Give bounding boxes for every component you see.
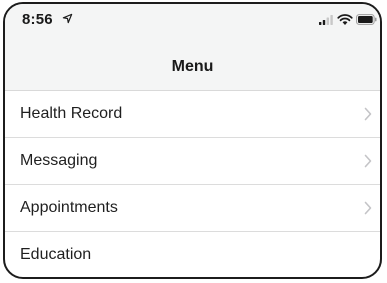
chevron-right-icon <box>364 107 372 121</box>
status-time: 8:56 <box>22 11 53 28</box>
menu-list: Health Record Messaging Appointments Edu… <box>5 91 380 277</box>
menu-item-appointments[interactable]: Appointments <box>5 185 380 232</box>
menu-item-label: Health Record <box>20 105 123 122</box>
menu-item-label: Education <box>20 246 92 263</box>
menu-item-messaging[interactable]: Messaging <box>5 138 380 185</box>
menu-item-label: Appointments <box>20 199 118 216</box>
chevron-right-icon <box>364 201 372 215</box>
battery-icon <box>356 14 377 25</box>
header: 8:56 Menu <box>5 4 380 91</box>
chevron-right-icon <box>364 154 372 168</box>
page-title: Menu <box>171 58 214 75</box>
menu-item-health-record[interactable]: Health Record <box>5 91 380 138</box>
menu-item-label: Messaging <box>20 152 98 169</box>
location-arrow-icon <box>62 13 73 24</box>
cellular-signal-icon <box>319 15 333 25</box>
menu-item-education[interactable]: Education <box>5 232 380 277</box>
phone-frame: 8:56 Menu Health Record Messaging Appoin… <box>3 2 382 279</box>
wifi-icon <box>337 14 353 25</box>
status-bar: 8:56 <box>5 4 380 34</box>
